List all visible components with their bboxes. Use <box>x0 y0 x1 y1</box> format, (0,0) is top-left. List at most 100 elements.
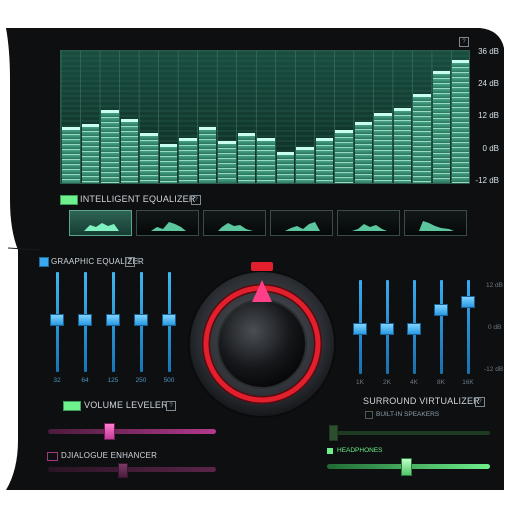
eq-band-peak <box>335 129 353 133</box>
eq-band-peak <box>140 132 158 136</box>
eq-db-label: -12 dB <box>475 176 499 185</box>
master-volume-knob[interactable] <box>184 258 340 420</box>
eq-band-bar <box>413 95 431 183</box>
knob-indicator-top <box>251 262 273 271</box>
eq-slider-thumb[interactable] <box>461 295 475 308</box>
eq-band-bar <box>198 129 217 183</box>
eq-slider-thumb[interactable] <box>353 322 367 335</box>
eq-band-peak <box>296 146 314 150</box>
surround-db-label: -12 dB <box>484 366 504 373</box>
volume-leveler-toggle[interactable] <box>63 401 81 411</box>
intelligent-eq-toggle[interactable] <box>60 195 78 205</box>
dialogue-enhancer-toggle[interactable] <box>47 452 58 461</box>
eq-band-peak <box>179 138 197 142</box>
eq-slider-thumb[interactable] <box>78 314 92 326</box>
built-in-speakers-thumb[interactable] <box>329 425 339 441</box>
eq-band-peak <box>101 110 119 114</box>
eq-preset-button-1[interactable] <box>69 210 132 236</box>
surround-help-icon[interactable]: ? <box>475 397 485 407</box>
surround-db-label: 12 dB <box>486 282 503 289</box>
eq-slider-thumb[interactable] <box>407 322 421 335</box>
surround-virtualizer-label: SURROUND VIRTUALIZER <box>363 396 480 406</box>
headphones-checkbox[interactable] <box>327 448 333 454</box>
eq-band-peak <box>413 93 431 97</box>
eq-slider-thumb[interactable] <box>380 322 394 335</box>
eq-band-bar <box>354 123 373 183</box>
volume-leveler-help-icon[interactable]: ? <box>166 401 176 411</box>
eq-curve-icon <box>151 222 186 231</box>
graphic-eq-help-icon[interactable]: ? <box>125 257 135 267</box>
eq-preset-button-2[interactable] <box>136 210 199 236</box>
eq-band-bar <box>335 131 353 183</box>
eq-band-freq-label: 32 <box>53 377 61 384</box>
surround-db-label: 0 dB <box>488 324 502 331</box>
eq-band-peak <box>120 118 139 122</box>
built-in-speakers-label: BUILT-IN SPEAKERS <box>376 411 440 418</box>
eq-slider-thumb[interactable] <box>434 304 448 317</box>
eq-band-bar <box>140 134 158 183</box>
eq-slider-thumb[interactable] <box>106 314 120 326</box>
eq-curve-icon <box>419 221 454 231</box>
intelligent-eq-help-icon[interactable]: ? <box>191 195 201 205</box>
eq-band-freq-label: 4K <box>410 379 418 386</box>
built-in-speakers-slider[interactable] <box>330 431 490 435</box>
eq-band-peak <box>198 127 217 131</box>
eq-preset-button-6[interactable] <box>404 210 467 236</box>
reset-icon[interactable]: ↻ <box>136 256 144 267</box>
volume-leveler-slider[interactable] <box>48 429 216 434</box>
eq-band-bar <box>276 154 295 183</box>
eq-band-peak <box>257 138 275 142</box>
eq-band-peak <box>159 143 178 147</box>
eq-band-bar <box>81 126 100 183</box>
eq-band-bar <box>393 109 412 183</box>
volume-leveler-label: VOLUME LEVELER <box>84 400 168 410</box>
eq-preset-button-4[interactable] <box>270 210 333 236</box>
eq-band-bar <box>237 134 256 183</box>
eq-slider-thumb[interactable] <box>50 314 64 326</box>
eq-band-peak <box>218 141 236 145</box>
eq-band-freq-label: 8K <box>437 379 445 386</box>
eq-slider-track[interactable] <box>440 280 443 374</box>
volume-leveler-thumb[interactable] <box>104 423 116 440</box>
eq-curve-icon <box>285 222 320 231</box>
headphones-label: HEADPHONES <box>337 447 383 454</box>
eq-band-bar <box>218 143 236 183</box>
eq-preset-button-5[interactable] <box>337 210 400 236</box>
eq-band-bar <box>179 140 197 183</box>
eq-band-freq-label: 2K <box>383 379 391 386</box>
eq-band-freq-label: 64 <box>81 377 89 384</box>
eq-help-icon[interactable]: ? <box>459 37 469 47</box>
eq-slider-thumb[interactable] <box>134 314 148 326</box>
dialogue-enhancer-label: DJIALOGUE ENHANCER <box>61 451 158 460</box>
dialogue-enhancer-slider[interactable] <box>48 467 216 472</box>
eq-db-label: 24 dB <box>478 79 499 88</box>
eq-band-peak <box>62 127 80 131</box>
eq-band-peak <box>81 124 100 128</box>
eq-band-peak <box>315 138 334 142</box>
eq-band-bar <box>257 140 275 183</box>
eq-band-bar <box>374 115 392 183</box>
eq-band-freq-label: 500 <box>163 377 175 384</box>
eq-band-freq-label: 125 <box>107 377 119 384</box>
eq-band-peak <box>432 71 451 75</box>
eq-db-label: 0 dB <box>482 144 499 153</box>
eq-band-peak <box>393 107 412 111</box>
eq-db-label: 12 dB <box>478 111 499 120</box>
graphic-eq-toggle[interactable] <box>39 257 49 267</box>
intelligent-eq-label: INTELLIGENT EQUALIZER <box>80 194 196 204</box>
eq-band-bar <box>315 140 334 183</box>
eq-slider-thumb[interactable] <box>162 314 176 326</box>
audio-control-panel: ? 36 dB 24 dB 12 dB 0 dB -12 dB INTELLIG… <box>0 0 512 512</box>
eq-band-freq-label: 16K <box>462 379 474 386</box>
eq-curve-icon <box>218 223 253 231</box>
eq-slider-track[interactable] <box>467 280 470 374</box>
eq-band-freq-label: 1K <box>356 379 364 386</box>
eq-band-peak <box>452 60 469 64</box>
eq-band-freq-label: 250 <box>135 377 147 384</box>
eq-preset-button-3[interactable] <box>203 210 266 236</box>
eq-curve-icon <box>352 224 387 231</box>
eq-band-bar <box>120 120 139 183</box>
headphones-thumb[interactable] <box>401 458 413 476</box>
built-in-speakers-checkbox[interactable] <box>365 411 373 419</box>
dialogue-enhancer-thumb[interactable] <box>117 463 128 478</box>
